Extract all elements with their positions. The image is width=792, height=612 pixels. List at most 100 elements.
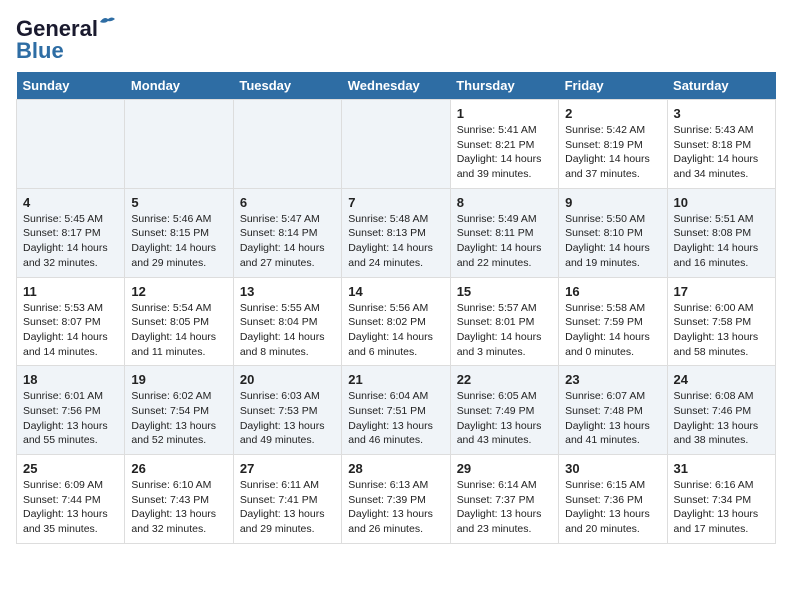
day-number: 16 xyxy=(565,284,660,299)
calendar-day-cell: 19Sunrise: 6:02 AM Sunset: 7:54 PM Dayli… xyxy=(125,366,233,455)
calendar-day-cell: 23 Sunrise: 6:07 AM Sunset: 7:48 PM Dayli… xyxy=(559,366,667,455)
calendar-table: SundayMondayTuesdayWednesdayThursdayFrid… xyxy=(16,72,776,544)
header: General Blue xyxy=(16,16,776,64)
day-number: 18 xyxy=(23,372,118,387)
day-info: Sunrise: 5:57 AM Sunset: 8:01 PM Dayligh… xyxy=(457,301,552,360)
day-info: Sunrise: 5:53 AM Sunset: 8:07 PM Dayligh… xyxy=(23,301,118,360)
day-info: Sunrise: 6:10 AM Sunset: 7:43 PM Dayligh… xyxy=(131,478,226,537)
calendar-day-cell: 6 Sunrise: 5:47 AM Sunset: 8:14 PM Daylig… xyxy=(233,188,341,277)
day-number: 29 xyxy=(457,461,552,476)
calendar-day-cell: 28 Sunrise: 6:13 AM Sunset: 7:39 PM Dayli… xyxy=(342,455,450,544)
day-info: Sunrise: 5:49 AM Sunset: 8:11 PM Dayligh… xyxy=(457,212,552,271)
day-info: Sunrise: 6:11 AM Sunset: 7:41 PM Dayligh… xyxy=(240,478,335,537)
calendar-day-cell: 20 Sunrise: 6:03 AM Sunset: 7:53 PM Dayli… xyxy=(233,366,341,455)
header-saturday: Saturday xyxy=(667,72,775,100)
calendar-day-cell: 17 Sunrise: 6:00 AM Sunset: 7:58 PM Dayli… xyxy=(667,277,775,366)
calendar-day-cell: 26 Sunrise: 6:10 AM Sunset: 7:43 PM Dayli… xyxy=(125,455,233,544)
day-number: 24 xyxy=(674,372,769,387)
day-number: 4 xyxy=(23,195,118,210)
calendar-day-cell: 14 Sunrise: 5:56 AM Sunset: 8:02 PM Dayli… xyxy=(342,277,450,366)
day-number: 25 xyxy=(23,461,118,476)
calendar-day-cell: 1 Sunrise: 5:41 AM Sunset: 8:21 PM Daylig… xyxy=(450,100,558,189)
day-number: 9 xyxy=(565,195,660,210)
calendar-day-cell: 24 Sunrise: 6:08 AM Sunset: 7:46 PM Dayli… xyxy=(667,366,775,455)
day-info: Sunrise: 6:07 AM Sunset: 7:48 PM Dayligh… xyxy=(565,389,660,448)
day-info: Sunrise: 5:56 AM Sunset: 8:02 PM Dayligh… xyxy=(348,301,443,360)
day-number: 22 xyxy=(457,372,552,387)
day-info: Sunrise: 6:08 AM Sunset: 7:46 PM Dayligh… xyxy=(674,389,769,448)
header-wednesday: Wednesday xyxy=(342,72,450,100)
header-monday: Monday xyxy=(125,72,233,100)
logo: General Blue xyxy=(16,16,98,64)
calendar-day-cell: 31 Sunrise: 6:16 AM Sunset: 7:34 PM Dayli… xyxy=(667,455,775,544)
header-row: SundayMondayTuesdayWednesdayThursdayFrid… xyxy=(17,72,776,100)
day-info: Sunrise: 5:46 AM Sunset: 8:15 PM Dayligh… xyxy=(131,212,226,271)
day-info: Sunrise: 5:54 AM Sunset: 8:05 PM Dayligh… xyxy=(131,301,226,360)
day-info: Sunrise: 5:47 AM Sunset: 8:14 PM Dayligh… xyxy=(240,212,335,271)
calendar-day-cell: 12Sunrise: 5:54 AM Sunset: 8:05 PM Dayli… xyxy=(125,277,233,366)
day-info: Sunrise: 5:43 AM Sunset: 8:18 PM Dayligh… xyxy=(674,123,769,182)
day-info: Sunrise: 5:50 AM Sunset: 8:10 PM Dayligh… xyxy=(565,212,660,271)
calendar-day-cell: 22 Sunrise: 6:05 AM Sunset: 7:49 PM Dayli… xyxy=(450,366,558,455)
day-info: Sunrise: 6:15 AM Sunset: 7:36 PM Dayligh… xyxy=(565,478,660,537)
day-number: 13 xyxy=(240,284,335,299)
logo-bird-icon xyxy=(98,14,116,28)
calendar-day-cell: 4 Sunrise: 5:45 AM Sunset: 8:17 PM Daylig… xyxy=(17,188,125,277)
calendar-week-row: 18 Sunrise: 6:01 AM Sunset: 7:56 PM Dayli… xyxy=(17,366,776,455)
calendar-week-row: 1 Sunrise: 5:41 AM Sunset: 8:21 PM Daylig… xyxy=(17,100,776,189)
day-info: Sunrise: 5:51 AM Sunset: 8:08 PM Dayligh… xyxy=(674,212,769,271)
day-number: 7 xyxy=(348,195,443,210)
day-info: Sunrise: 5:45 AM Sunset: 8:17 PM Dayligh… xyxy=(23,212,118,271)
day-number: 17 xyxy=(674,284,769,299)
day-info: Sunrise: 5:48 AM Sunset: 8:13 PM Dayligh… xyxy=(348,212,443,271)
calendar-day-cell: 21Sunrise: 6:04 AM Sunset: 7:51 PM Dayli… xyxy=(342,366,450,455)
header-thursday: Thursday xyxy=(450,72,558,100)
day-info: Sunrise: 6:13 AM Sunset: 7:39 PM Dayligh… xyxy=(348,478,443,537)
calendar-day-cell: 13 Sunrise: 5:55 AM Sunset: 8:04 PM Dayli… xyxy=(233,277,341,366)
day-number: 27 xyxy=(240,461,335,476)
day-number: 19 xyxy=(131,372,226,387)
day-number: 15 xyxy=(457,284,552,299)
day-number: 28 xyxy=(348,461,443,476)
day-number: 6 xyxy=(240,195,335,210)
calendar-day-cell xyxy=(342,100,450,189)
day-info: Sunrise: 6:00 AM Sunset: 7:58 PM Dayligh… xyxy=(674,301,769,360)
header-friday: Friday xyxy=(559,72,667,100)
day-number: 14 xyxy=(348,284,443,299)
day-info: Sunrise: 6:16 AM Sunset: 7:34 PM Dayligh… xyxy=(674,478,769,537)
calendar-week-row: 4 Sunrise: 5:45 AM Sunset: 8:17 PM Daylig… xyxy=(17,188,776,277)
logo-general: General xyxy=(16,16,98,41)
day-number: 26 xyxy=(131,461,226,476)
calendar-day-cell: 15 Sunrise: 5:57 AM Sunset: 8:01 PM Dayli… xyxy=(450,277,558,366)
calendar-day-cell: 18 Sunrise: 6:01 AM Sunset: 7:56 PM Dayli… xyxy=(17,366,125,455)
calendar-week-row: 11Sunrise: 5:53 AM Sunset: 8:07 PM Dayli… xyxy=(17,277,776,366)
calendar-day-cell: 10 Sunrise: 5:51 AM Sunset: 8:08 PM Dayli… xyxy=(667,188,775,277)
day-number: 8 xyxy=(457,195,552,210)
calendar-day-cell: 2Sunrise: 5:42 AM Sunset: 8:19 PM Daylig… xyxy=(559,100,667,189)
day-info: Sunrise: 6:14 AM Sunset: 7:37 PM Dayligh… xyxy=(457,478,552,537)
day-info: Sunrise: 6:04 AM Sunset: 7:51 PM Dayligh… xyxy=(348,389,443,448)
calendar-day-cell: 3Sunrise: 5:43 AM Sunset: 8:18 PM Daylig… xyxy=(667,100,775,189)
day-info: Sunrise: 6:09 AM Sunset: 7:44 PM Dayligh… xyxy=(23,478,118,537)
day-number: 30 xyxy=(565,461,660,476)
calendar-day-cell: 25 Sunrise: 6:09 AM Sunset: 7:44 PM Dayli… xyxy=(17,455,125,544)
calendar-day-cell xyxy=(17,100,125,189)
day-number: 20 xyxy=(240,372,335,387)
day-info: Sunrise: 6:05 AM Sunset: 7:49 PM Dayligh… xyxy=(457,389,552,448)
calendar-day-cell: 27 Sunrise: 6:11 AM Sunset: 7:41 PM Dayli… xyxy=(233,455,341,544)
day-info: Sunrise: 5:41 AM Sunset: 8:21 PM Dayligh… xyxy=(457,123,552,182)
day-info: Sunrise: 5:55 AM Sunset: 8:04 PM Dayligh… xyxy=(240,301,335,360)
calendar-day-cell xyxy=(125,100,233,189)
day-number: 2 xyxy=(565,106,660,121)
calendar-week-row: 25 Sunrise: 6:09 AM Sunset: 7:44 PM Dayli… xyxy=(17,455,776,544)
day-number: 1 xyxy=(457,106,552,121)
header-sunday: Sunday xyxy=(17,72,125,100)
calendar-day-cell: 29 Sunrise: 6:14 AM Sunset: 7:37 PM Dayli… xyxy=(450,455,558,544)
day-number: 23 xyxy=(565,372,660,387)
day-number: 10 xyxy=(674,195,769,210)
calendar-day-cell xyxy=(233,100,341,189)
day-number: 31 xyxy=(674,461,769,476)
calendar-day-cell: 5Sunrise: 5:46 AM Sunset: 8:15 PM Daylig… xyxy=(125,188,233,277)
day-info: Sunrise: 6:01 AM Sunset: 7:56 PM Dayligh… xyxy=(23,389,118,448)
day-info: Sunrise: 6:03 AM Sunset: 7:53 PM Dayligh… xyxy=(240,389,335,448)
